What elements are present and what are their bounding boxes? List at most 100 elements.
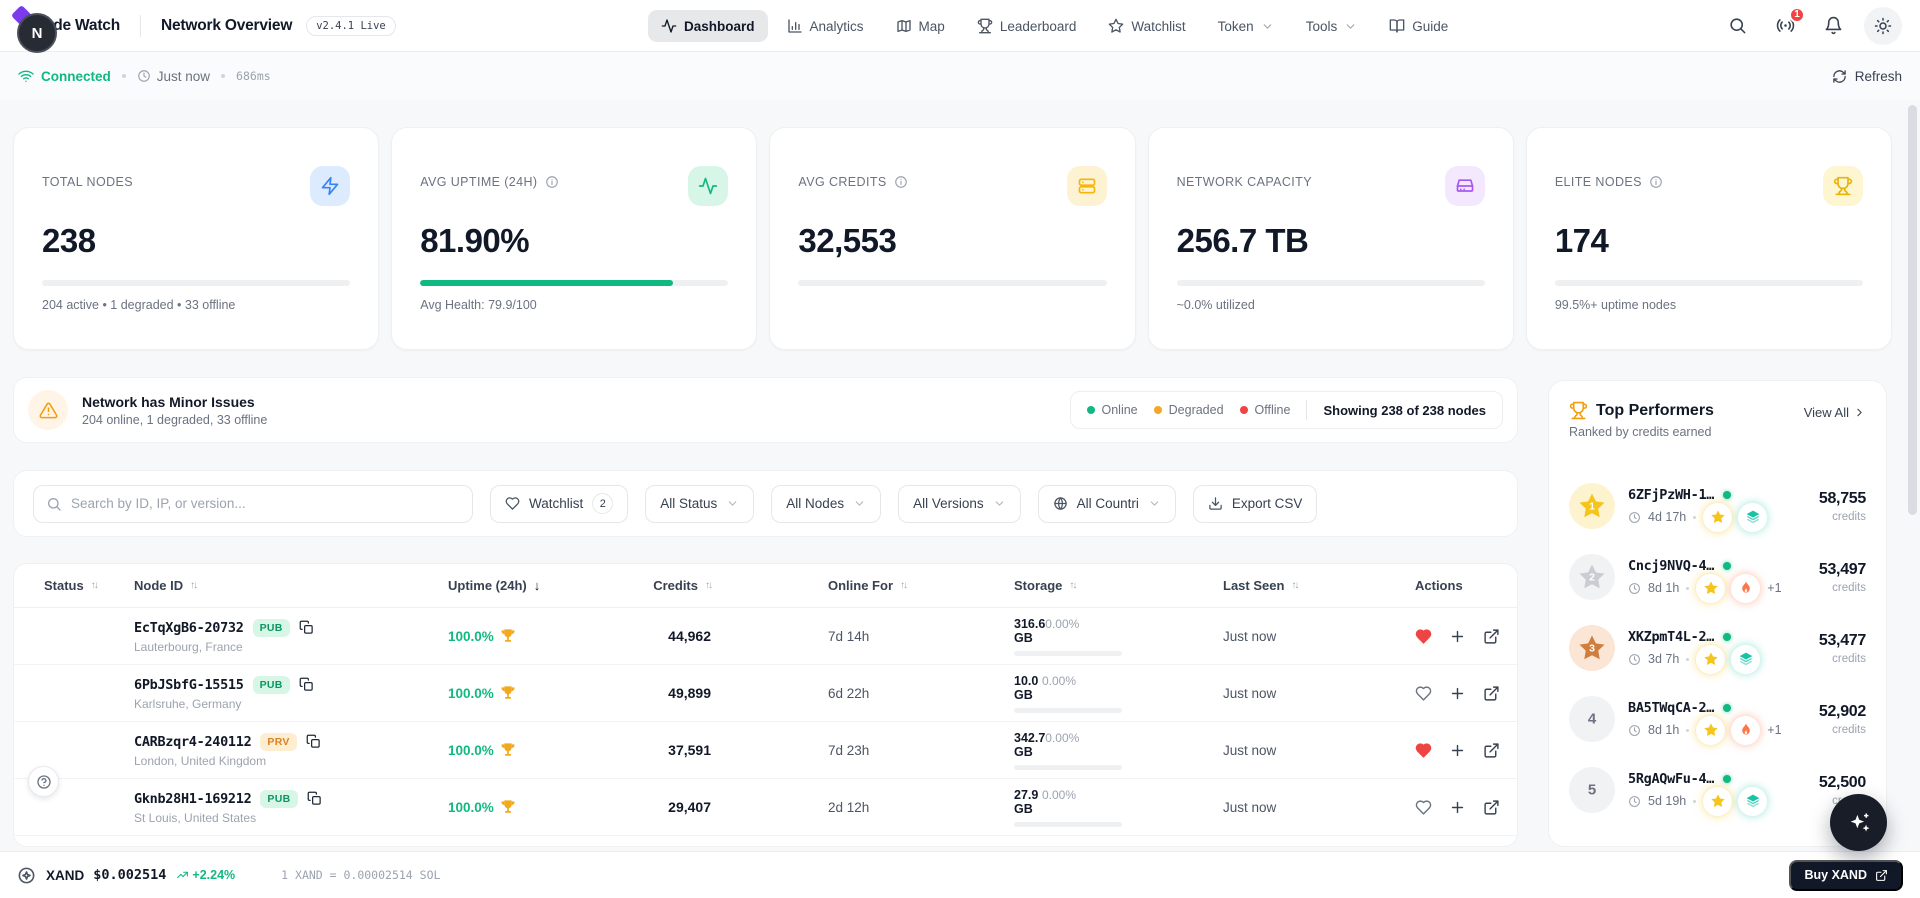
add-icon[interactable] (1449, 799, 1466, 816)
view-all-link[interactable]: View All (1804, 401, 1866, 420)
header-actions: 1 (1720, 6, 1902, 45)
chevron-down-icon (993, 497, 1006, 510)
nav-item-icon (1389, 18, 1405, 34)
nav-item-tools[interactable]: Tools (1293, 11, 1371, 42)
performer-item[interactable]: 2 Cncj9NVQ-4… 8d 1h +1 53,497 credits (1569, 554, 1866, 603)
add-icon[interactable] (1449, 628, 1466, 645)
favorite-heart-icon[interactable] (1415, 799, 1432, 816)
column-header-uptime[interactable]: Uptime (24h) ↓ (434, 578, 609, 593)
table-row[interactable]: CARBzqr4-240112 PRV London, United Kingd… (14, 722, 1517, 779)
column-header-status[interactable]: Status ↑↓ (14, 578, 104, 593)
last-seen-cell: Just now (1223, 799, 1277, 815)
nav-item-watchlist[interactable]: Watchlist (1095, 10, 1198, 42)
nav-item-icon (661, 18, 677, 34)
ai-assistant-button[interactable] (1830, 794, 1887, 851)
notifications-button[interactable] (1816, 9, 1850, 43)
search-input[interactable] (71, 496, 460, 511)
globe-icon (1053, 496, 1068, 511)
theme-toggle[interactable] (1864, 6, 1902, 45)
refresh-button[interactable]: Refresh (1832, 69, 1902, 84)
search-button[interactable] (1720, 9, 1754, 43)
storage-cell: 10.0 GB 0.00% (934, 674, 1154, 713)
page-scrollbar[interactable] (1908, 105, 1917, 515)
uptime-cell: 100.0% (434, 799, 609, 815)
achievement-badges (1696, 573, 1761, 603)
separator-dot (1693, 799, 1697, 803)
copy-icon[interactable] (299, 677, 314, 692)
performer-item[interactable]: 1 6ZFjPzWH-1… 4d 17h 58,755 credits (1569, 483, 1866, 532)
favorite-heart-icon[interactable] (1415, 685, 1432, 702)
performer-item[interactable]: 5 5RgAQwFu-4… 5d 19h 52,500 (1569, 767, 1866, 816)
search-icon (1728, 16, 1747, 35)
stat-progress-track (1554, 280, 1864, 286)
external-link-icon[interactable] (1483, 685, 1500, 702)
chevron-down-icon (1261, 20, 1274, 33)
favorite-heart-icon[interactable] (1415, 742, 1432, 759)
column-header-last-seen[interactable]: Last Seen ↑↓ (1154, 578, 1369, 593)
nav-item-map[interactable]: Map (883, 10, 958, 42)
separator-dot (221, 74, 226, 78)
top-performers-subtitle: Ranked by credits earned (1569, 425, 1712, 439)
heart-icon (505, 496, 520, 511)
top-performers-panel: Top Performers Ranked by credits earned … (1548, 380, 1887, 847)
table-row[interactable]: EcTqXgB6-20732 PUB Lauterbourg, France 1… (14, 608, 1517, 665)
legend-label: Degraded (1168, 403, 1224, 417)
column-header-storage[interactable]: Storage ↑↓ (934, 578, 1154, 593)
column-header-online-for[interactable]: Online For ↑↓ (744, 578, 934, 593)
version-badge: v2.4.1 Live (306, 15, 396, 36)
add-icon[interactable] (1449, 742, 1466, 759)
nav-item-token[interactable]: Token (1205, 11, 1287, 42)
export-csv-button[interactable]: Export CSV (1192, 484, 1318, 523)
storage-percent: 0.00% (1045, 730, 1080, 745)
table-row[interactable]: Gknb28H1-169212 PUB St Louis, United Sta… (14, 779, 1517, 836)
nav-item-dashboard[interactable]: Dashboard (648, 10, 768, 42)
watchlist-filter-button[interactable]: Watchlist 2 (490, 484, 629, 523)
info-icon[interactable] (545, 175, 559, 189)
nodes-filter-dropdown[interactable]: All Nodes (771, 484, 882, 523)
stat-icon-box (1444, 166, 1485, 206)
avatar[interactable]: N (17, 13, 57, 53)
add-icon[interactable] (1449, 685, 1466, 702)
nav-item-label: Map (918, 18, 945, 34)
table-row[interactable]: PRV (14, 836, 1517, 846)
node-type-badge: PUB (252, 618, 290, 637)
info-icon[interactable] (1649, 175, 1663, 189)
copy-icon[interactable] (306, 734, 321, 749)
external-link-icon[interactable] (1483, 799, 1500, 816)
nav-item-label: Watchlist (1131, 18, 1186, 34)
copy-icon[interactable] (307, 791, 322, 806)
stat-value: 174 (1554, 222, 1609, 259)
favorite-heart-icon[interactable] (1415, 628, 1432, 645)
copy-icon[interactable] (299, 620, 314, 635)
stat-caption: 99.5%+ uptime nodes (1554, 298, 1677, 312)
credits-cell: 44,962 (668, 628, 711, 644)
nav-item-guide[interactable]: Guide (1376, 10, 1461, 42)
flame-badge-icon (1731, 715, 1761, 745)
conversion-rate: 1 XAND = 0.00002514 SOL (281, 868, 441, 882)
column-header-node-id[interactable]: Node ID ↑↓ (104, 578, 434, 593)
buy-xand-button[interactable]: Buy XAND (1789, 859, 1903, 891)
help-button[interactable] (28, 766, 59, 797)
nav-item-analytics[interactable]: Analytics (774, 10, 877, 42)
external-link-icon[interactable] (1483, 628, 1500, 645)
trophy-icon (500, 628, 516, 644)
column-header-credits[interactable]: Credits ↑↓ (609, 578, 744, 593)
token-footer: XAND $0.002514 +2.24% 1 XAND = 0.0000251… (0, 851, 1920, 898)
stat-progress-track (798, 280, 1107, 286)
rank-number: 3 (1589, 642, 1595, 655)
nodes-table: Status ↑↓ Node ID ↑↓ Uptime (24h) ↓ Credits… (13, 563, 1518, 847)
versions-filter-dropdown[interactable]: All Versions (898, 484, 1021, 523)
network-status-button[interactable]: 1 (1768, 6, 1805, 43)
external-link-icon[interactable] (1483, 742, 1500, 759)
nav-item-label: Token (1217, 18, 1254, 34)
sort-icon: ↑↓ (190, 580, 198, 591)
table-row[interactable]: 6PbJSbfG-15515 PUB Karlsruhe, Germany 10… (14, 665, 1517, 722)
nav-item-label: Tools (1305, 18, 1338, 34)
status-filter-dropdown[interactable]: All Status (645, 484, 755, 523)
performer-item[interactable]: 3 XKZpmT4L-2… 3d 7h 53,477 credits (1569, 625, 1866, 674)
countries-filter-dropdown[interactable]: All Countri (1037, 484, 1176, 523)
info-icon[interactable] (894, 175, 908, 189)
nav-item-leaderboard[interactable]: Leaderboard (964, 10, 1090, 42)
separator-dot (1686, 728, 1690, 732)
performer-item[interactable]: 4 BA5TWqCA-2… 8d 1h +1 52,902 credits (1569, 696, 1866, 745)
